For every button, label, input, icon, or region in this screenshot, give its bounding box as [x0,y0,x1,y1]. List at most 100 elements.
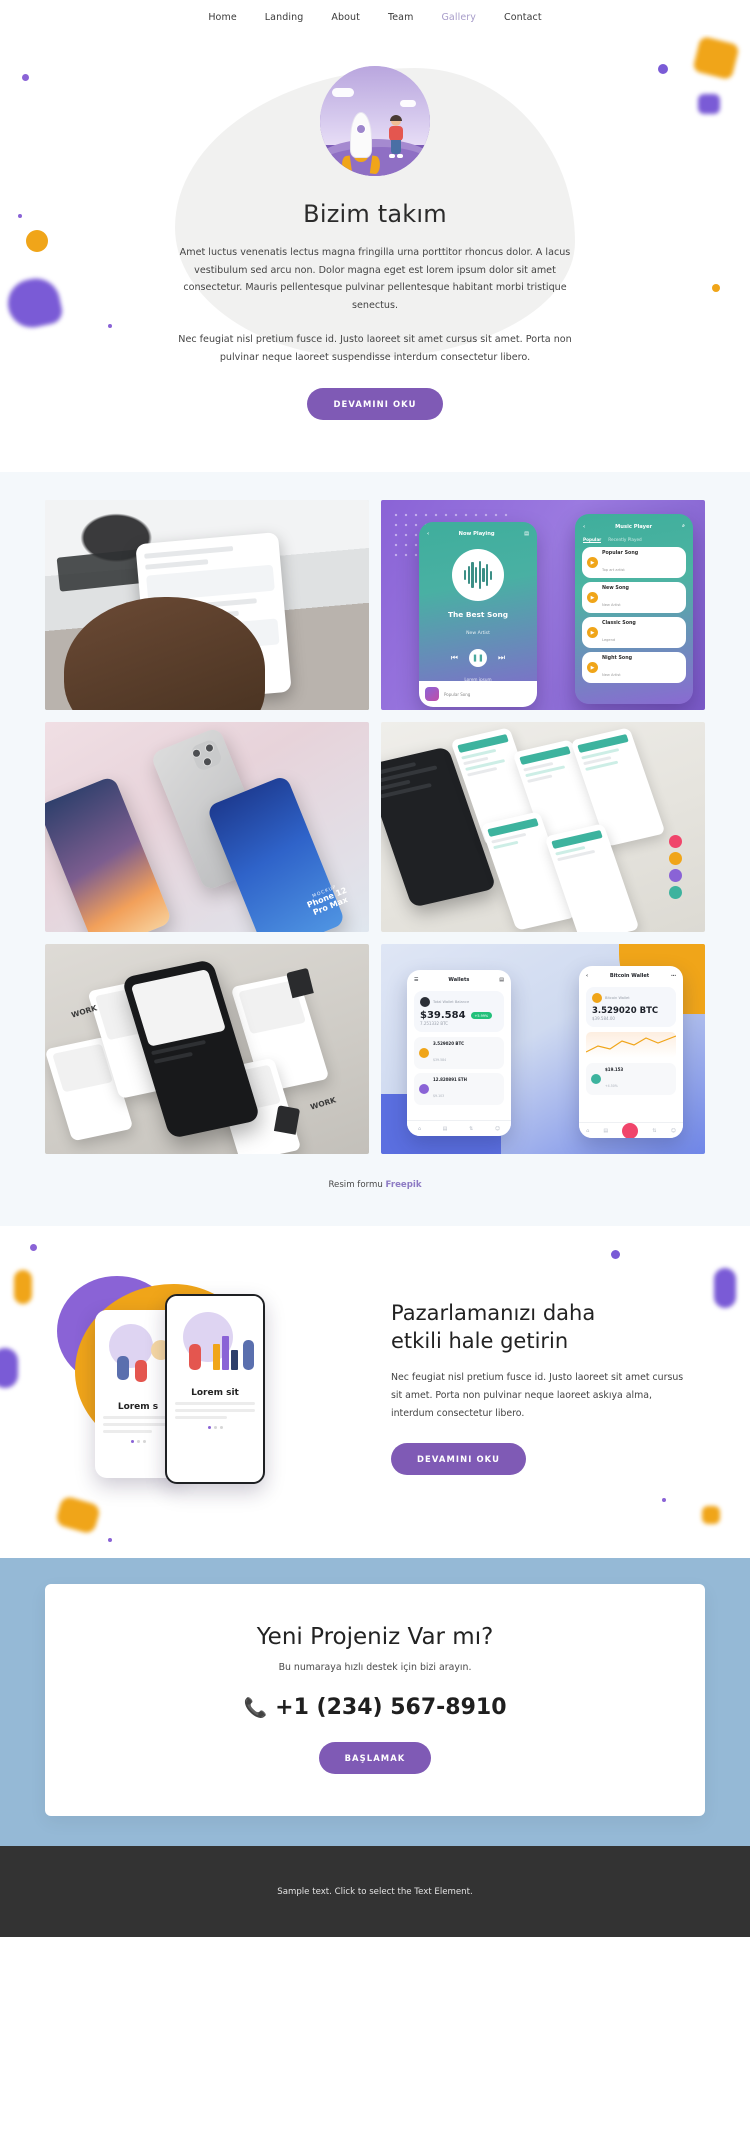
tab-popular[interactable]: Popular [583,537,602,544]
home-icon[interactable]: ⌂ [586,1128,589,1134]
home-icon[interactable]: ⌂ [418,1126,421,1132]
illus-person-4 [243,1340,254,1371]
cta-phone-number: +1 (234) 567-8910 [275,1695,507,1721]
waveform-bar [464,570,467,581]
sunset-wallpaper-phone [45,775,174,933]
bitcoin-bottom-nav: ⌂ ▤ ⇅ ☺ [579,1122,683,1139]
hero-illustration-avatar [320,66,430,176]
footer-text[interactable]: Sample text. Click to select the Text El… [277,1887,472,1897]
page-dot-active[interactable] [207,1426,211,1430]
cta-start-button[interactable]: BAŞLAMAK [318,1742,432,1775]
gallery-tile-hand-phone[interactable] [45,500,369,711]
tab-recently-played[interactable]: Recently Played [608,537,641,543]
screen-header [457,733,510,753]
previous-track-icon[interactable]: ⏮ [451,653,458,663]
back-icon: ‹ [586,973,589,980]
skeleton-line [103,1430,152,1434]
bitcoin-balance-usd: $39.584.00 [592,1016,615,1022]
cta-phone-number-row[interactable]: 📞 +1 (234) 567-8910 [45,1695,705,1720]
page-dot-active[interactable] [130,1440,134,1444]
gallery-credit: Resim formu Freepik [0,1180,750,1190]
work-label-left: WORK [70,1003,98,1021]
marketing-phone-front: Atla Lorem sit [165,1294,265,1485]
nav-item-home[interactable]: Home [208,12,236,23]
coin-list-item: 12.820891 ETH $9.103 [414,1073,504,1106]
nav-item-about[interactable]: About [331,12,360,23]
nav-item-gallery[interactable]: Gallery [441,12,476,23]
credit-link-freepik[interactable]: Freepik [386,1180,422,1190]
song-name: Night Song [602,655,633,661]
decor-blur-purple-mr [714,1268,736,1309]
bitcoin-icon [419,1048,429,1059]
wallet-bottom-nav: ⌂ ▤ ⇅ ☺ [407,1120,511,1137]
play-icon: ▶ [587,557,598,569]
illus-person-1 [117,1356,129,1381]
nav-item-team[interactable]: Team [388,12,414,23]
person-legs [391,140,401,154]
song-sub: New Artist [602,602,621,607]
footer-track-label: Popular Song [444,691,471,697]
rocket-icon [350,112,372,158]
onboarding-heading-1: Lorem s [117,1402,159,1413]
song-list-text: Classic Song Legend [602,621,636,645]
screen-header [486,817,539,837]
bitcoin-label: Bitcoin Wallet [605,996,630,1001]
swap-icon[interactable]: ⇅ [652,1128,656,1134]
person-hair [390,115,402,121]
list-icon: ▤ [524,531,529,538]
chair-shape [273,1105,300,1136]
onboarding-heading-2: Lorem sit [191,1388,239,1399]
gallery-tile-music-app[interactable]: ‹ Now Playing ▤ The Best Song New Artist… [381,500,705,711]
next-track-icon[interactable]: ⏭ [498,653,505,663]
music-player-footer: Popular Song [419,681,537,708]
gallery-tile-furniture-app[interactable]: WORK WORK [45,944,369,1155]
coin-list-item: 3.529020 BTC $39.584 [414,1037,504,1070]
hero-title: Bizim takım [303,200,447,228]
profile-icon[interactable]: ☺ [495,1126,500,1132]
coin-amount: 12.820891 ETH [433,1077,467,1083]
now-playing-info: The Best Song New Artist [419,610,537,638]
pause-icon[interactable]: ❚❚ [469,649,487,668]
illus-bar-chart [222,1336,229,1371]
skeleton-line [175,1402,255,1406]
product-image-placeholder [52,1043,113,1093]
skeleton-line [144,546,234,559]
document-icon: ▤ [499,977,504,984]
waveform-bar [478,561,481,590]
wallet-phone-left: ☰ Wallets ▤ Total Wallet Balance $39.584… [407,970,511,1137]
person-shoe-left [389,154,395,158]
page-dot[interactable] [213,1426,217,1430]
swap-icon[interactable]: ⇅ [469,1126,473,1132]
coin-text: 12.820891 ETH $9.103 [433,1077,467,1101]
coin-icon [591,1074,601,1085]
coin-amount: $19.153 [605,1067,624,1073]
song-sub: Top art artist [602,567,625,572]
gallery-tile-crypto-wallet[interactable]: ☰ Wallets ▤ Total Wallet Balance $39.584… [381,944,705,1155]
nav-item-landing[interactable]: Landing [265,12,304,23]
profile-icon[interactable]: ☺ [671,1128,676,1134]
waveform-bar [467,566,470,585]
send-fab-button[interactable] [622,1122,639,1139]
hero-read-more-button[interactable]: DEVAMINI OKU [307,388,443,421]
hero-paragraph-1: Amet luctus venenatis lectus magna fring… [179,247,571,312]
nav-item-contact[interactable]: Contact [504,12,542,23]
bitcoin-balance-card: Bitcoin Wallet 3.529020 BTC $39.584.00 [586,987,676,1028]
play-icon: ▶ [587,627,598,639]
gallery-tile-phones-pink[interactable]: MOCKUP Phone 12 Pro Max [45,722,369,933]
product-image-placeholder [131,969,227,1048]
chip-purple-icon [669,868,683,882]
bitcoin-balance: 3.529020 BTC [592,1006,659,1017]
song-list-item: ▶ Classic Song Legend [582,617,686,649]
balance-card: Total Wallet Balance $39.584 +5.99% 7.25… [414,991,504,1033]
decor-dot-purple-ml [30,1244,37,1252]
chart-icon[interactable]: ▤ [443,1126,448,1132]
page-dot[interactable] [136,1440,140,1444]
gallery-tile-chat-screens[interactable] [381,722,705,933]
skeleton-line [175,1409,255,1413]
marketing-read-more-button[interactable]: DEVAMINI OKU [391,1442,527,1475]
chart-icon[interactable]: ▤ [603,1128,608,1134]
cta-section: Yeni Projeniz Var mı? Bu numaraya hızlı … [0,1558,750,1847]
page-dot[interactable] [219,1426,223,1430]
page-dot[interactable] [142,1440,146,1444]
wallet-phone-right: ‹ Bitcoin Wallet ⋯ Bitcoin Wallet 3.5290… [579,966,683,1139]
